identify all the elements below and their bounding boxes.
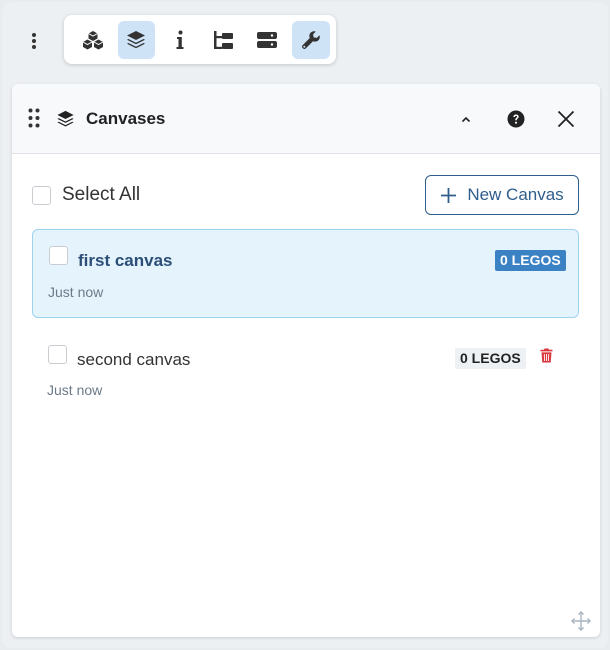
help-icon	[507, 110, 525, 128]
toolbar-info-button[interactable]	[161, 21, 198, 59]
hierarchy-icon	[213, 30, 233, 49]
close-icon	[557, 110, 575, 128]
panel-header: Canvases	[12, 84, 600, 154]
canvas-name: second canvas	[77, 350, 191, 369]
select-all-checkbox[interactable]	[32, 185, 51, 205]
canvas-name: first canvas	[78, 251, 173, 270]
drag-handle[interactable]	[28, 108, 40, 133]
panel-title: Canvases	[86, 109, 166, 128]
plus-icon	[441, 187, 457, 203]
close-button[interactable]	[551, 104, 581, 134]
canvas-checkbox[interactable]	[48, 345, 67, 364]
layers-icon	[127, 30, 146, 48]
canvas-list-item[interactable]: first canvas 0 LEGOS Just now	[32, 229, 579, 318]
server-icon	[257, 31, 278, 48]
toolbar-cubes-button[interactable]	[74, 21, 111, 59]
new-canvas-label: New Canvas	[467, 185, 564, 204]
collapse-button[interactable]	[451, 104, 481, 134]
resize-handle[interactable]	[571, 611, 591, 636]
cubes-icon	[82, 30, 103, 49]
legos-count-badge: 0 LEGOS	[495, 250, 566, 271]
delete-canvas-button[interactable]	[540, 348, 553, 368]
layers-icon	[56, 110, 75, 133]
legos-count-badge: 0 LEGOS	[455, 348, 526, 369]
move-arrows-icon	[571, 611, 591, 631]
chevron-up-icon	[461, 116, 471, 122]
new-canvas-button[interactable]: New Canvas	[425, 175, 579, 215]
drag-grip-icon	[28, 108, 40, 128]
canvas-timestamp: Just now	[47, 382, 103, 398]
canvas-checkbox[interactable]	[49, 246, 68, 265]
info-icon	[176, 30, 184, 49]
toolbar-hierarchy-button[interactable]	[205, 21, 242, 59]
help-button[interactable]	[501, 104, 531, 134]
more-options-button[interactable]	[20, 26, 48, 56]
app-frame: Canvases Select All New Canvas first can…	[2, 2, 608, 648]
canvases-panel: Canvases Select All New Canvas first can…	[12, 84, 600, 637]
select-all-label: Select All	[62, 184, 141, 205]
vertical-dots-icon	[32, 33, 36, 49]
toolbar-wrench-button[interactable]	[292, 20, 330, 59]
toolbar	[64, 15, 336, 64]
trash-icon	[540, 348, 553, 363]
canvas-list-item[interactable]: second canvas 0 LEGOS Just now	[32, 331, 579, 401]
select-all-control[interactable]: Select All	[32, 184, 140, 206]
toolbar-layers-button[interactable]	[117, 20, 155, 59]
toolbar-server-button[interactable]	[249, 21, 286, 59]
wrench-icon	[301, 30, 320, 49]
canvas-timestamp: Just now	[48, 284, 104, 300]
